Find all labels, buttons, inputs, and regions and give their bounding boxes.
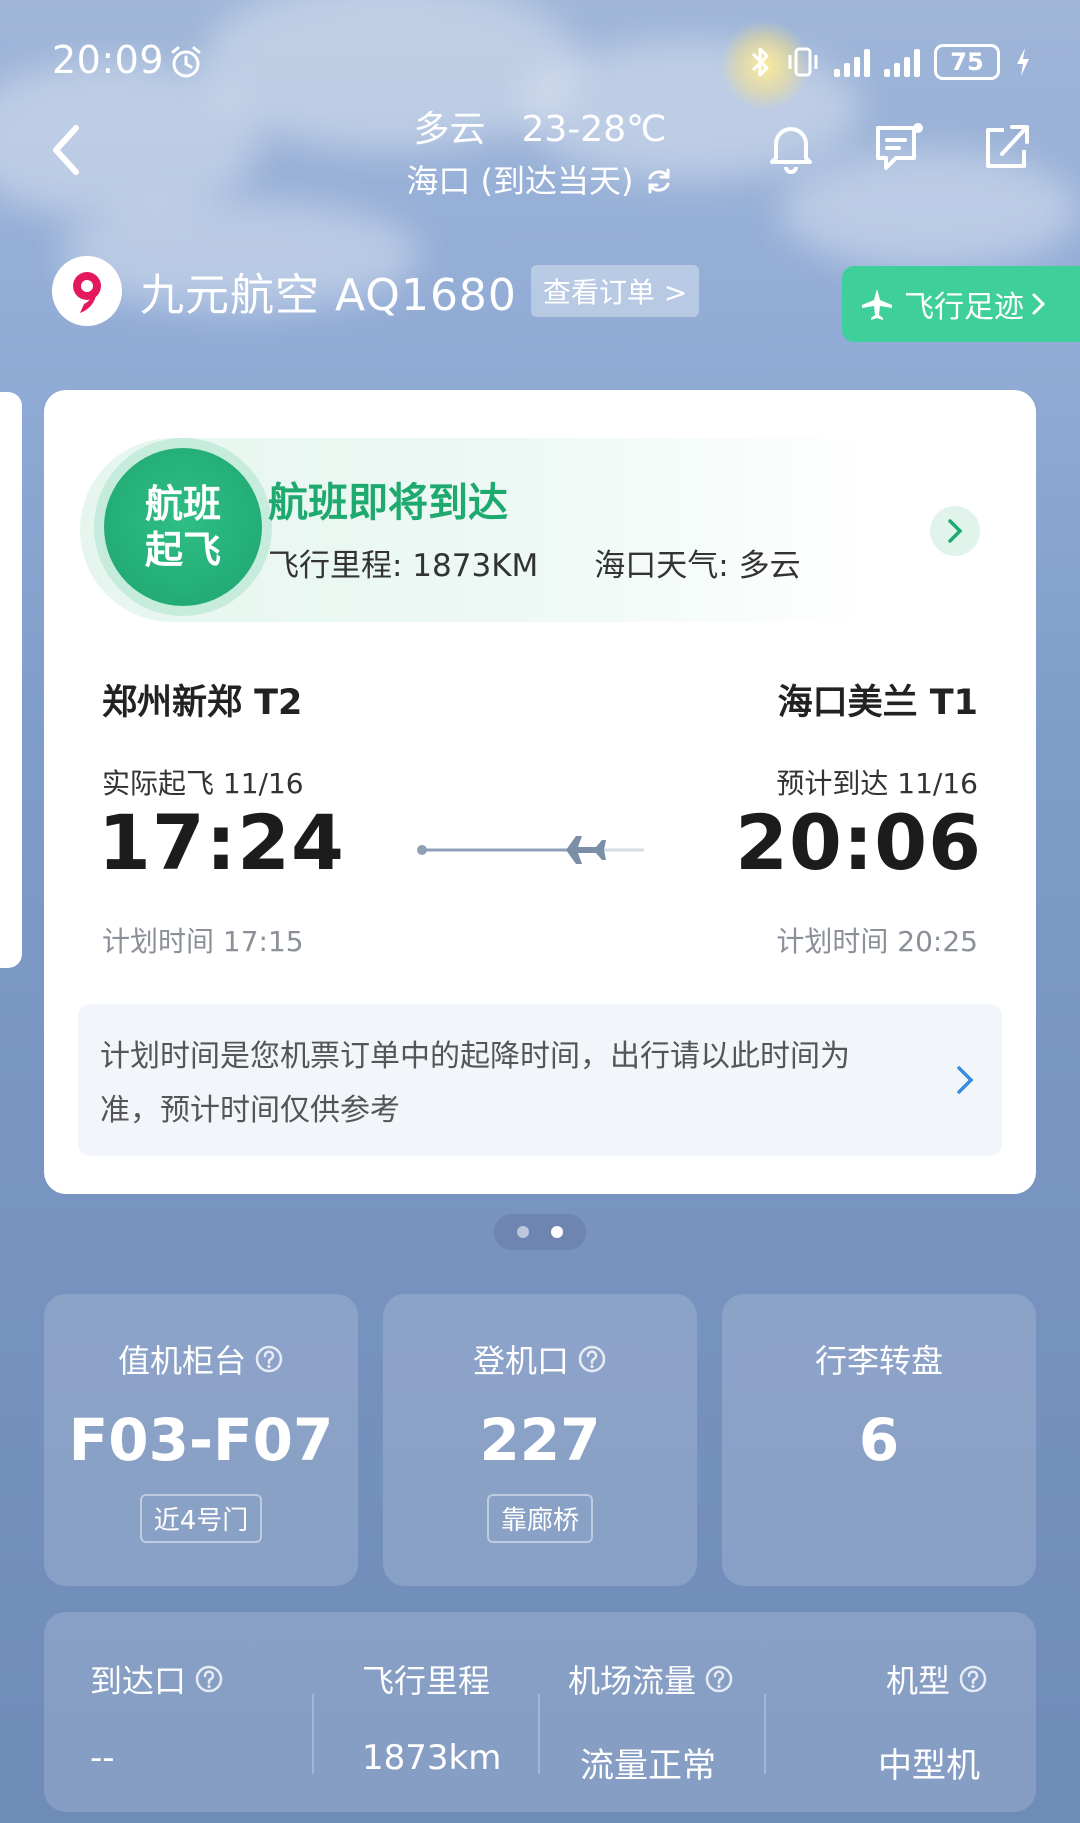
- airline-flight-number: 九元航空 AQ1680: [140, 270, 517, 321]
- help-icon[interactable]: [958, 1664, 988, 1694]
- schedule-note-text: 计划时间是您机票订单中的起降时间，出行请以此时间为准，预计时间仅供参考: [100, 1039, 850, 1128]
- tile-tag: 靠廊桥: [486, 1494, 593, 1543]
- chevron-right-icon: [957, 1066, 974, 1094]
- bluetooth-icon: [751, 47, 769, 77]
- card-pager[interactable]: [494, 1214, 586, 1250]
- tile-title: 值机柜台: [117, 1342, 246, 1380]
- airport-traffic-info[interactable]: 机场流量 流量正常: [568, 1656, 734, 1787]
- tile-value: F03-F07: [68, 1406, 334, 1474]
- vibrate-icon: [788, 47, 818, 77]
- departure-label: 实际起飞 11/16: [102, 767, 304, 800]
- tile-title: 登机口: [472, 1342, 569, 1380]
- flight-status-title: 航班即将到达: [268, 480, 508, 526]
- view-order-button[interactable]: 查看订单 >: [530, 265, 700, 317]
- weather-temperature: 23-28℃: [521, 109, 667, 150]
- flight-track-label: 飞行足迹: [904, 290, 1024, 325]
- badge-line2: 起飞: [144, 528, 221, 572]
- flight-distance: 飞行里程: 1873KM: [268, 548, 539, 584]
- help-icon[interactable]: [577, 1344, 607, 1374]
- arrival-time: 20:06: [735, 798, 982, 887]
- destination-weather[interactable]: 多云 23-28℃ 海口 (到达当天): [380, 100, 700, 202]
- refresh-icon[interactable]: [644, 166, 674, 196]
- status-time: 20:09: [52, 38, 165, 82]
- destination-weather-text: 海口天气: 多云: [594, 548, 801, 584]
- divider: [312, 1694, 314, 1774]
- tile-value: 6: [858, 1406, 900, 1474]
- schedule-note[interactable]: 计划时间是您机票订单中的起降时间，出行请以此时间为准，预计时间仅供参考: [78, 1004, 1002, 1156]
- info-value: 中型机: [878, 1746, 980, 1786]
- info-title: 到达口: [90, 1662, 187, 1700]
- flight-extra-info: 到达口 -- 飞行里程 1873km 机场流量 流量正常 机型 中型机: [44, 1612, 1036, 1812]
- airplane-icon: [862, 289, 892, 320]
- checkin-counter-tile[interactable]: 值机柜台 F03-F07 近4号门: [44, 1294, 358, 1586]
- help-icon[interactable]: [194, 1664, 224, 1694]
- weather-location: 海口 (到达当天): [406, 162, 634, 200]
- info-title: 机型: [886, 1662, 951, 1700]
- flight-status-card: 航班 起飞 航班即将到达 飞行里程: 1873KM 海口天气: 多云 郑州新郑 …: [44, 390, 1036, 1194]
- pager-dot-active[interactable]: [551, 1226, 563, 1238]
- airline-row: 九元航空 AQ1680 查看订单 >: [52, 256, 700, 326]
- flight-status-details: 飞行里程: 1873KM 海口天气: 多云: [268, 540, 801, 585]
- departure-airport: 郑州新郑 T2: [102, 683, 303, 723]
- header-actions: [762, 118, 1036, 176]
- charging-icon: [1017, 48, 1029, 76]
- tile-tag: 近4号门: [139, 1494, 263, 1543]
- pager-dot[interactable]: [517, 1226, 529, 1238]
- arrival-scheduled: 计划时间 20:25: [776, 925, 978, 958]
- chevron-right-icon: [948, 519, 963, 543]
- airline-logo: [52, 256, 122, 326]
- tile-value: 227: [479, 1406, 601, 1474]
- previous-card-peek[interactable]: [0, 392, 22, 968]
- help-icon[interactable]: [254, 1344, 284, 1374]
- back-arrow-icon[interactable]: [46, 120, 86, 180]
- divider: [538, 1694, 540, 1774]
- info-title: 飞行里程: [362, 1662, 491, 1700]
- chevron-right-icon: [1032, 293, 1046, 315]
- info-value: 1873km: [362, 1738, 502, 1778]
- departure-scheduled: 计划时间 17:15: [102, 925, 304, 958]
- tile-title: 行李转盘: [814, 1342, 943, 1380]
- message-icon[interactable]: [870, 118, 928, 176]
- alarm-icon: [171, 46, 201, 78]
- signal-icon: [884, 47, 920, 77]
- arrival-label: 预计到达 11/16: [776, 767, 978, 800]
- info-value: --: [90, 1738, 115, 1778]
- share-icon[interactable]: [978, 118, 1036, 176]
- boarding-gate-tile[interactable]: 登机口 227 靠廊桥: [383, 1294, 697, 1586]
- info-title: 机场流量: [568, 1662, 697, 1700]
- info-value: 流量正常: [580, 1746, 716, 1786]
- bell-icon[interactable]: [762, 118, 820, 176]
- departure-time: 17:24: [98, 798, 345, 887]
- arrival-airport: 海口美兰 T1: [777, 683, 978, 723]
- help-icon[interactable]: [704, 1664, 734, 1694]
- baggage-carousel-tile[interactable]: 行李转盘 6: [722, 1294, 1036, 1586]
- signal-icon: [834, 47, 870, 77]
- badge-line1: 航班: [144, 482, 221, 526]
- status-detail-button[interactable]: [930, 506, 980, 556]
- status-icons: 75: [750, 42, 1032, 82]
- divider: [764, 1694, 766, 1774]
- aircraft-type-info[interactable]: 机型 中型机: [878, 1656, 988, 1787]
- weather-condition: 多云: [413, 109, 486, 150]
- arrival-exit-info[interactable]: 到达口 --: [90, 1656, 224, 1778]
- flight-distance-info: 飞行里程 1873km: [362, 1656, 501, 1778]
- flight-phase-badge: 航班 起飞: [104, 448, 262, 606]
- flight-track-button[interactable]: 飞行足迹: [842, 266, 1080, 342]
- battery-icon: 75: [934, 44, 1000, 80]
- route-plane-icon: [417, 836, 644, 864]
